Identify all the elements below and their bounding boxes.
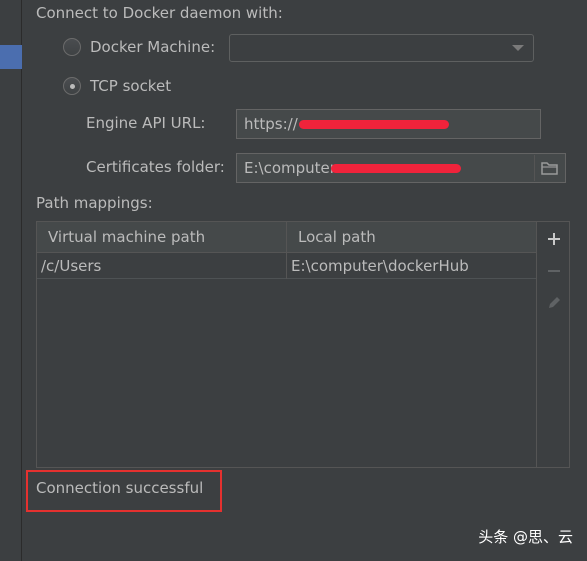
- plus-icon: [547, 233, 560, 245]
- selected-nav-item[interactable]: [0, 45, 22, 69]
- mapping-toolbar: [537, 221, 570, 468]
- connect-title: Connect to Docker daemon with:: [36, 4, 283, 22]
- docker-machine-radio[interactable]: [63, 38, 81, 56]
- watermark: 头条 @思、云: [478, 528, 573, 546]
- remove-mapping-button[interactable]: [537, 256, 570, 286]
- chevron-down-icon: [512, 45, 524, 51]
- add-mapping-button[interactable]: [537, 224, 570, 254]
- engine-api-input[interactable]: https://: [236, 109, 541, 139]
- virtual-path-cell[interactable]: /c/Users: [37, 253, 287, 279]
- certificates-value: E:\computer: [244, 159, 336, 177]
- radio-selected-dot: [70, 84, 75, 89]
- docker-machine-label: Docker Machine:: [90, 38, 216, 56]
- redaction-mark: [299, 120, 449, 129]
- engine-api-label: Engine API URL:: [86, 114, 206, 132]
- docker-machine-select[interactable]: [229, 34, 534, 62]
- tcp-socket-label: TCP socket: [90, 77, 172, 95]
- table-row[interactable]: /c/Users E:\computer\dockerHub: [37, 253, 536, 279]
- connection-status: Connection successful: [36, 479, 204, 497]
- redaction-mark: [331, 164, 461, 173]
- certificates-input[interactable]: E:\computer: [236, 153, 566, 183]
- edit-mapping-button[interactable]: [537, 288, 570, 318]
- pencil-icon: [548, 297, 560, 308]
- browse-folder-button[interactable]: [534, 155, 564, 181]
- minus-icon: [547, 270, 560, 272]
- table-header: Virtual machine path Local path: [37, 222, 536, 253]
- folder-icon: [540, 162, 558, 175]
- column-header-local-path[interactable]: Local path: [287, 222, 536, 252]
- column-header-virtual-path[interactable]: Virtual machine path: [37, 222, 287, 252]
- path-mappings-title: Path mappings:: [36, 194, 153, 212]
- engine-api-value: https://: [244, 115, 298, 133]
- local-path-cell[interactable]: E:\computer\dockerHub: [287, 253, 536, 279]
- certificates-label: Certificates folder:: [86, 158, 225, 176]
- left-panel-strip: [0, 0, 22, 561]
- path-mappings-table: Virtual machine path Local path /c/Users…: [36, 221, 537, 468]
- tcp-socket-radio[interactable]: [63, 77, 81, 95]
